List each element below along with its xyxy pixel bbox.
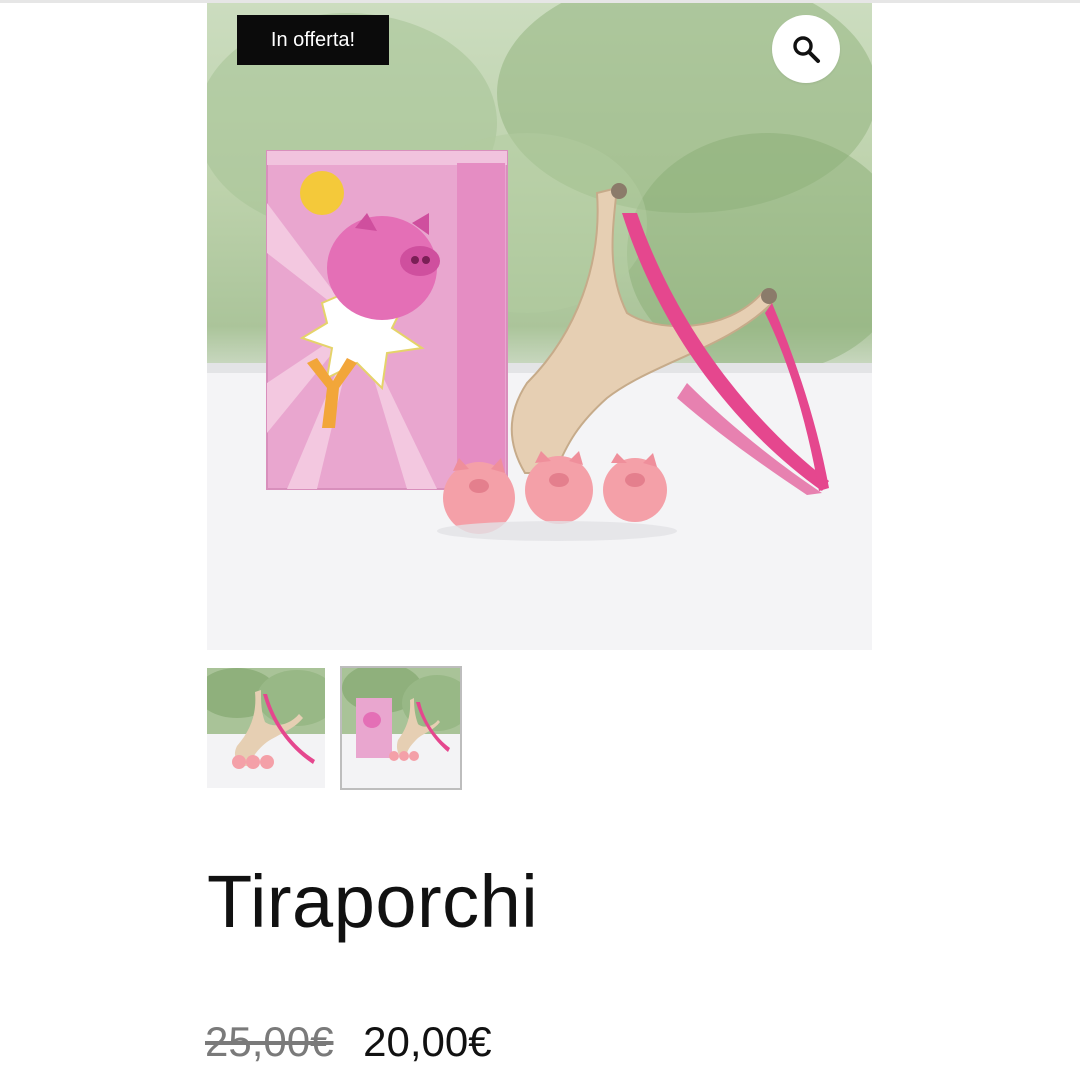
sale-badge: In offerta! (237, 15, 389, 65)
thumbnail-image (207, 668, 325, 788)
thumbnail-image (342, 668, 460, 788)
gallery-thumbnail-selected[interactable] (340, 666, 462, 790)
regular-price: 25,00€ (205, 1018, 334, 1065)
product-main-image[interactable] (207, 3, 872, 650)
product-photo (207, 3, 872, 650)
price-block: 25,00€ 20,00€ (205, 1018, 492, 1066)
product-title: Tiraporchi (207, 860, 539, 943)
gallery-thumbnail[interactable] (207, 668, 325, 788)
search-icon (793, 36, 820, 63)
zoom-button[interactable] (772, 15, 840, 83)
sale-price: 20,00€ (363, 1018, 492, 1065)
